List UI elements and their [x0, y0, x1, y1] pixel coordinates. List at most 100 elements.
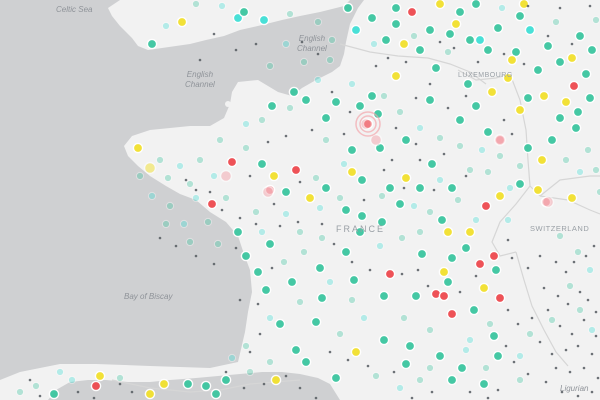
station-marker[interactable] [400, 172, 412, 184]
station-marker-small[interactable] [496, 388, 500, 392]
station-marker[interactable] [288, 86, 300, 98]
station-marker-small[interactable] [316, 52, 320, 56]
station-marker[interactable] [524, 24, 536, 36]
station-marker-small[interactable] [584, 254, 588, 258]
station-marker-faded[interactable] [313, 17, 323, 27]
station-marker-faded[interactable] [515, 161, 525, 171]
station-marker-faded[interactable] [425, 207, 435, 217]
station-marker-faded[interactable] [495, 151, 505, 161]
station-marker[interactable] [494, 292, 506, 304]
station-marker[interactable] [584, 92, 596, 104]
station-marker-small[interactable] [410, 396, 414, 400]
station-marker-faded[interactable] [279, 257, 289, 267]
station-marker-small[interactable] [198, 58, 202, 62]
station-marker-small[interactable] [474, 274, 478, 278]
station-marker-faded[interactable] [115, 373, 125, 383]
station-marker[interactable] [462, 78, 474, 90]
station-marker-faded[interactable] [185, 179, 195, 189]
station-marker[interactable] [410, 290, 422, 302]
station-marker-faded[interactable] [175, 161, 185, 171]
station-marker[interactable] [340, 204, 352, 216]
station-marker[interactable] [446, 374, 458, 386]
station-marker-faded[interactable] [395, 107, 405, 117]
station-marker-small[interactable] [428, 82, 432, 86]
station-marker[interactable] [290, 164, 302, 176]
station-marker-faded[interactable] [55, 367, 65, 377]
station-marker-faded[interactable] [551, 17, 561, 27]
station-marker-faded[interactable] [281, 209, 291, 219]
station-marker[interactable] [266, 100, 278, 112]
station-marker-small[interactable] [390, 158, 394, 162]
station-marker[interactable] [290, 344, 302, 356]
station-marker-faded[interactable] [397, 233, 407, 243]
station-marker[interactable] [426, 158, 438, 170]
station-marker[interactable] [394, 198, 406, 210]
station-marker-faded[interactable] [241, 341, 251, 351]
station-marker[interactable] [460, 242, 472, 254]
station-marker-faded[interactable] [325, 277, 335, 287]
station-marker-small[interactable] [418, 158, 422, 162]
station-marker[interactable] [210, 388, 222, 400]
station-marker-small[interactable] [242, 386, 246, 390]
station-marker[interactable] [406, 6, 418, 18]
station-marker-small[interactable] [234, 48, 238, 52]
station-marker-faded[interactable] [497, 3, 507, 13]
station-marker-faded[interactable] [321, 135, 331, 145]
station-marker-faded[interactable] [485, 319, 495, 329]
station-marker[interactable] [470, 100, 482, 112]
station-marker-faded[interactable] [399, 313, 409, 323]
station-marker[interactable] [586, 44, 598, 56]
station-marker-small[interactable] [92, 396, 96, 400]
station-marker-faded[interactable] [575, 305, 585, 315]
station-marker[interactable] [514, 178, 526, 190]
station-marker[interactable] [464, 34, 476, 46]
station-marker-faded[interactable] [203, 217, 213, 227]
station-marker[interactable] [464, 226, 476, 238]
station-marker[interactable] [446, 252, 458, 264]
station-marker[interactable] [430, 62, 442, 74]
station-marker-faded[interactable] [481, 363, 491, 373]
station-marker-small[interactable] [526, 4, 530, 8]
station-marker-small[interactable] [426, 284, 430, 288]
station-marker[interactable] [310, 316, 322, 328]
station-marker-small[interactable] [596, 376, 600, 380]
station-marker[interactable] [478, 378, 490, 390]
station-marker-small[interactable] [582, 366, 586, 370]
station-marker-faded[interactable] [241, 143, 251, 153]
station-marker[interactable] [492, 22, 504, 34]
station-marker[interactable] [400, 134, 412, 146]
station-marker[interactable] [316, 292, 328, 304]
station-marker[interactable] [554, 112, 566, 124]
station-marker-small[interactable] [578, 290, 582, 294]
station-marker[interactable] [346, 144, 358, 156]
station-marker[interactable] [314, 262, 326, 274]
station-marker[interactable] [348, 274, 360, 286]
station-marker[interactable] [158, 378, 170, 390]
station-marker[interactable] [532, 64, 544, 76]
station-marker-faded[interactable] [251, 207, 261, 217]
station-marker-small[interactable] [194, 254, 198, 258]
station-marker[interactable] [320, 182, 332, 194]
station-marker[interactable] [546, 134, 558, 146]
station-marker-faded[interactable] [369, 39, 379, 49]
station-marker[interactable] [340, 246, 352, 258]
station-marker-small[interactable] [458, 290, 462, 294]
station-marker-small[interactable] [594, 334, 598, 338]
station-marker-small[interactable] [298, 386, 302, 390]
station-marker-small[interactable] [586, 298, 590, 302]
station-marker[interactable] [232, 226, 244, 238]
station-marker-small[interactable] [368, 268, 372, 272]
station-marker[interactable] [572, 106, 584, 118]
station-marker-faded[interactable] [493, 133, 507, 147]
station-marker-faded[interactable] [265, 313, 275, 323]
station-marker-faded[interactable] [317, 233, 327, 243]
station-marker[interactable] [94, 370, 106, 382]
station-marker-faded[interactable] [483, 167, 493, 177]
station-marker[interactable] [454, 114, 466, 126]
station-marker-faded[interactable] [371, 371, 381, 381]
station-marker-faded[interactable] [425, 325, 435, 335]
station-marker-faded[interactable] [31, 381, 41, 391]
station-marker-small[interactable] [118, 382, 122, 386]
station-marker-small[interactable] [512, 360, 516, 364]
station-marker-faded[interactable] [471, 215, 481, 225]
